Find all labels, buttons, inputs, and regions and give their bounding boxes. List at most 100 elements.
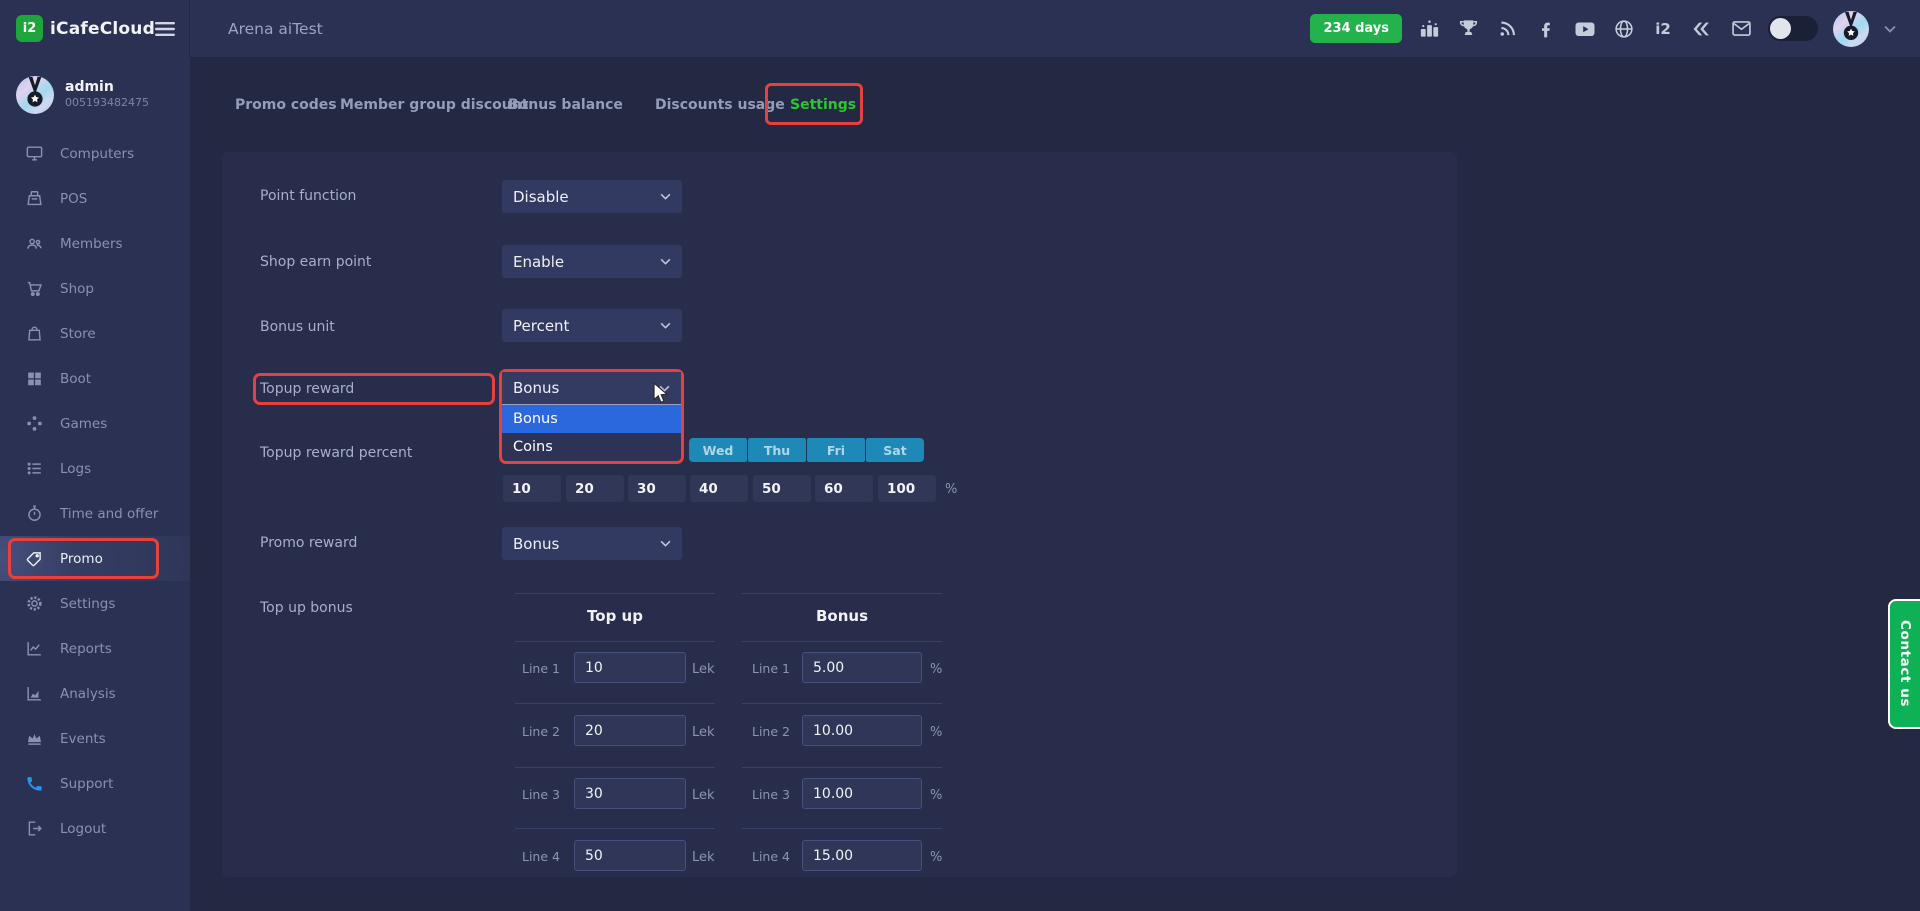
day-button-thu[interactable]: Thu [748,438,806,462]
topup-percent-input-6[interactable] [815,475,873,502]
topup-column-header: Top up [515,607,715,625]
topup-reward-value: Bonus [513,379,559,397]
bonus-line-input-1[interactable] [802,652,922,683]
sidebar-item-members[interactable]: Members [0,221,190,266]
topup-reward-label: Topup reward [260,381,354,398]
topup-percent-input-1[interactable] [503,475,561,502]
option-coins[interactable]: Coins [502,433,681,461]
topup-line-unit: Lek [692,850,715,865]
sidebar-item-support[interactable]: Support [0,761,190,806]
contact-us-button[interactable]: Contact us [1888,599,1920,729]
sidebar-item-computers[interactable]: Computers [0,131,190,176]
profile-chevron-down-icon[interactable] [1884,25,1896,33]
topup-line-input-1[interactable] [574,652,686,683]
bonus-unit-value: Percent [513,317,569,335]
bonus-line-input-4[interactable] [802,840,922,871]
tags-icon[interactable] [1690,17,1714,41]
sidebar-item-label: Support [60,776,113,792]
sidebar-avatar [16,76,54,114]
tab-bonus-balance[interactable]: Bonus balance [508,97,623,113]
topup-percent-input-2[interactable] [566,475,624,502]
topup-percent-input-4[interactable] [690,475,748,502]
mail-icon[interactable] [1729,17,1753,41]
brand-name: iCafeCloud [50,19,155,39]
sidebar-item-store[interactable]: Store [0,311,190,356]
hamburger-menu-icon[interactable] [155,21,175,37]
topbar-avatar[interactable] [1833,11,1869,47]
facebook-icon[interactable] [1534,17,1558,41]
settings-card: Point function Disable Shop earn point E… [222,152,1457,877]
topup-line-input-2[interactable] [574,715,686,746]
topup-line-input-3[interactable] [574,778,686,809]
sidebar-item-boot[interactable]: Boot [0,356,190,401]
bonus-unit-select[interactable]: Percent [502,309,682,342]
rss-icon[interactable] [1495,17,1519,41]
youtube-icon[interactable] [1573,17,1597,41]
ranking-icon[interactable] [1417,17,1441,41]
sidebar-item-reports[interactable]: Reports [0,626,190,671]
percent-unit: % [945,482,957,497]
day-button-fri[interactable]: Fri [807,438,865,462]
shop-earn-point-select[interactable]: Enable [502,245,682,278]
topup-percent-input-7[interactable] [878,475,936,502]
day-button-sat[interactable]: Sat [866,438,924,462]
sidebar-item-promo[interactable]: Promo [0,536,190,581]
bonus-unit-label: Bonus unit [260,319,335,336]
sidebar-item-time-and-offer[interactable]: Time and offer [0,491,190,536]
sidebar-item-events[interactable]: Events [0,716,190,761]
point-function-select[interactable]: Disable [502,180,682,213]
topup-percent-input-5[interactable] [753,475,811,502]
sidebar-item-shop[interactable]: Shop [0,266,190,311]
sidebar-item-pos[interactable]: POS [0,176,190,221]
bonus-line-input-2[interactable] [802,715,922,746]
tab-promo-codes[interactable]: Promo codes [235,97,337,113]
shop-cart-icon [25,279,44,298]
subscription-days-badge[interactable]: 234 days [1310,14,1402,43]
topup-reward-dropdown: Bonus Bonus Coins [499,369,684,464]
topup-line-label: Line 2 [522,724,560,739]
tab-discounts-usage[interactable]: Discounts usage [655,97,785,113]
sidebar-item-logout[interactable]: Logout [0,806,190,851]
bonus-line-input-3[interactable] [802,778,922,809]
sidebar-item-label: Promo [60,551,103,567]
sidebar-item-settings[interactable]: Settings [0,581,190,626]
events-crown-icon [25,729,44,748]
tab-member-group-discount[interactable]: Member group discount [340,97,528,113]
topup-line-input-4[interactable] [574,840,686,871]
table-divider [515,703,715,704]
page-title: Arena aiTest [228,20,323,38]
option-bonus[interactable]: Bonus [502,405,681,433]
sidebar-item-label: Members [60,236,123,252]
logout-icon [25,819,44,838]
theme-toggle[interactable] [1768,16,1818,41]
topup-reward-select[interactable]: Bonus [502,372,681,405]
day-button-wed[interactable]: Wed [689,438,747,462]
icafecloud-icon[interactable]: i2 [1651,17,1675,41]
globe-icon[interactable] [1612,17,1636,41]
topup-line-unit: Lek [692,788,715,803]
promo-reward-select[interactable]: Bonus [502,527,682,560]
topup-percent-input-3[interactable] [628,475,686,502]
reports-chart-icon [25,639,44,658]
admin-username: admin [65,79,149,96]
sidebar-item-analysis[interactable]: Analysis [0,671,190,716]
sidebar-item-logs[interactable]: Logs [0,446,190,491]
topup-line-label: Line 4 [522,849,560,864]
boot-windows-icon [25,369,44,388]
table-divider [515,593,715,594]
tab-settings[interactable]: Settings [790,97,856,113]
support-phone-icon [25,774,44,793]
sidebar-item-label: POS [60,191,87,207]
store-bag-icon [25,324,44,343]
topbar: i2 iCafeCloud Arena aiTest 234 days i2 [0,0,1920,57]
point-function-label: Point function [260,188,356,205]
trophy-icon[interactable] [1456,17,1480,41]
sidebar-item-games[interactable]: Games [0,401,190,446]
table-divider [515,767,715,768]
sidebar-item-label: Games [60,416,107,432]
topbar-actions: 234 days i2 [1310,11,1920,47]
bonus-line-unit: % [930,850,942,865]
table-divider [515,828,715,829]
sidebar-item-label: Store [60,326,96,342]
admin-profile[interactable]: admin 005193482475 [0,57,190,129]
